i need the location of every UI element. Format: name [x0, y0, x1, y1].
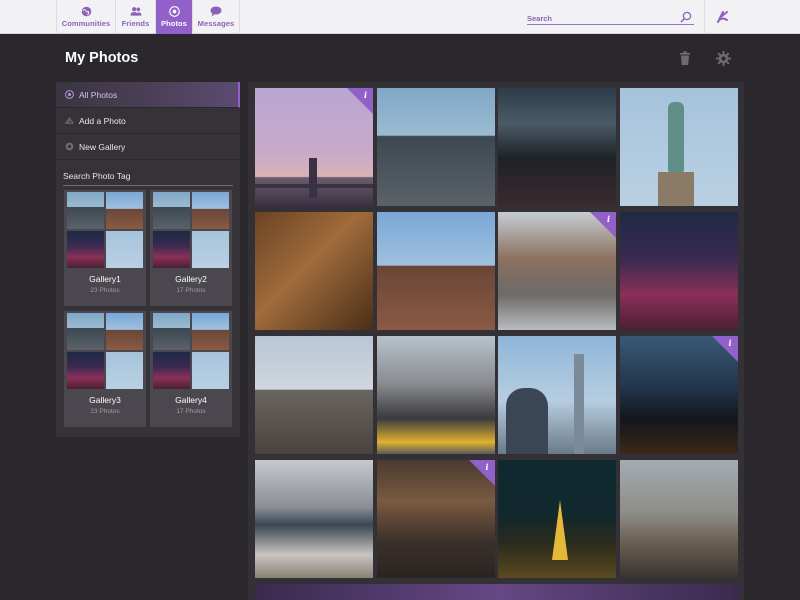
nav-photos-label: Photos: [160, 19, 187, 28]
gallery-thumbnail: [106, 352, 143, 389]
gallery-count: 23 Photos: [90, 408, 120, 415]
nav-communities[interactable]: Communities: [56, 0, 116, 34]
photo-tile-paris-night[interactable]: [498, 460, 616, 578]
gallery-thumbnail: [153, 313, 190, 350]
sidebar-item-new-gallery[interactable]: New Gallery: [56, 134, 240, 160]
gallery-count: 23 Photos: [90, 287, 120, 294]
photo-tile-rooftop[interactable]: [619, 460, 738, 578]
info-icon[interactable]: i: [604, 214, 613, 225]
globe-icon: [80, 6, 92, 17]
photo-tile-statue-of-liberty[interactable]: [619, 88, 738, 206]
gallery-thumbnails: [67, 313, 143, 389]
gallery-card-4[interactable]: Gallery4 17 Photos: [150, 311, 232, 427]
nav-communities-label: Communities: [61, 19, 111, 28]
top-nav-bar: Communities Friends Photos Messages: [0, 0, 800, 34]
photo-tile-market[interactable]: [255, 212, 373, 330]
info-icon[interactable]: i: [726, 338, 735, 349]
page-title: My Photos: [65, 50, 139, 66]
gallery-name: Gallery3: [89, 395, 121, 405]
global-search: [527, 8, 694, 27]
gallery-count: 17 Photos: [176, 408, 206, 415]
trash-icon[interactable]: [678, 51, 692, 66]
nav-messages-label: Messages: [197, 19, 235, 28]
photo-tag-search: [63, 166, 233, 186]
gallery-thumbnail: [192, 313, 229, 350]
photo-tile-traffic[interactable]: [376, 336, 495, 454]
photo-tile-observer[interactable]: [498, 336, 616, 454]
photo-tile-street[interactable]: i: [498, 212, 616, 330]
photo-tile-cafe[interactable]: i: [376, 460, 495, 578]
gallery-thumbnails: [153, 313, 229, 389]
photos-icon: [168, 6, 180, 17]
gallery-thumbnail: [192, 192, 229, 229]
sidebar-item-all-photos[interactable]: All Photos: [56, 82, 240, 108]
photo-tile-bridge-sunset[interactable]: i: [255, 88, 373, 206]
gallery-name: Gallery2: [175, 274, 207, 284]
gallery-thumbnail: [106, 313, 143, 350]
gallery-thumbnails: [153, 192, 229, 268]
chat-bubble-icon: [210, 6, 222, 17]
photo-tile-brooklyn-bridge[interactable]: [255, 336, 373, 454]
gallery-thumbnail: [153, 352, 190, 389]
gallery-card-1[interactable]: Gallery1 23 Photos: [64, 190, 146, 306]
photo-tile-skyline-river[interactable]: [255, 460, 373, 578]
gallery-thumbnail: [67, 352, 104, 389]
gallery-name: Gallery4: [175, 395, 207, 405]
nav-photos[interactable]: Photos: [156, 0, 193, 34]
photo-tile-night-city[interactable]: i: [619, 336, 738, 454]
gallery-thumbnail: [106, 192, 143, 229]
photos-icon: [65, 90, 74, 99]
info-icon[interactable]: i: [483, 462, 492, 473]
brand-logo-icon[interactable]: [714, 8, 732, 26]
global-search-input[interactable]: [527, 10, 677, 27]
gallery-icon: [65, 142, 74, 151]
sidebar: All Photos Add a Photo New Gallery Galle…: [56, 82, 240, 437]
gallery-thumbnail: [67, 313, 104, 350]
photo-tile-flatiron[interactable]: [376, 88, 495, 206]
sidebar-item-label: Add a Photo: [79, 115, 126, 126]
gallery-thumbnail: [192, 231, 229, 268]
sidebar-item-label: All Photos: [79, 89, 118, 100]
gallery-name: Gallery1: [89, 274, 121, 284]
sidebar-item-add-photo[interactable]: Add a Photo: [56, 108, 240, 134]
gallery-thumbnail: [153, 231, 190, 268]
search-icon[interactable]: [680, 10, 692, 23]
next-row-preview: [255, 584, 739, 600]
gallery-thumbnails: [67, 192, 143, 268]
add-photo-icon: [65, 116, 74, 125]
photo-tag-search-input[interactable]: [63, 167, 233, 185]
gallery-thumbnail: [67, 192, 104, 229]
gallery-thumbnail: [153, 192, 190, 229]
gear-icon[interactable]: [716, 51, 731, 66]
nav-friends[interactable]: Friends: [116, 0, 156, 34]
nav-messages[interactable]: Messages: [193, 0, 240, 34]
friends-icon: [129, 6, 142, 17]
gallery-thumbnail: [67, 231, 104, 268]
gallery-count: 17 Photos: [176, 287, 206, 294]
gallery-thumbnail: [106, 231, 143, 268]
photo-tile-manhattan-bridge[interactable]: [376, 212, 495, 330]
sidebar-item-label: New Gallery: [79, 141, 126, 152]
nav-friends-label: Friends: [121, 19, 150, 28]
top-divider: [704, 0, 705, 34]
gallery-thumbnail: [192, 352, 229, 389]
gallery-card-2[interactable]: Gallery2 17 Photos: [150, 190, 232, 306]
gallery-card-3[interactable]: Gallery3 23 Photos: [64, 311, 146, 427]
photo-tile-times-square[interactable]: [498, 88, 616, 206]
info-icon[interactable]: i: [361, 90, 370, 101]
photo-tile-times-square-night[interactable]: [619, 212, 738, 330]
